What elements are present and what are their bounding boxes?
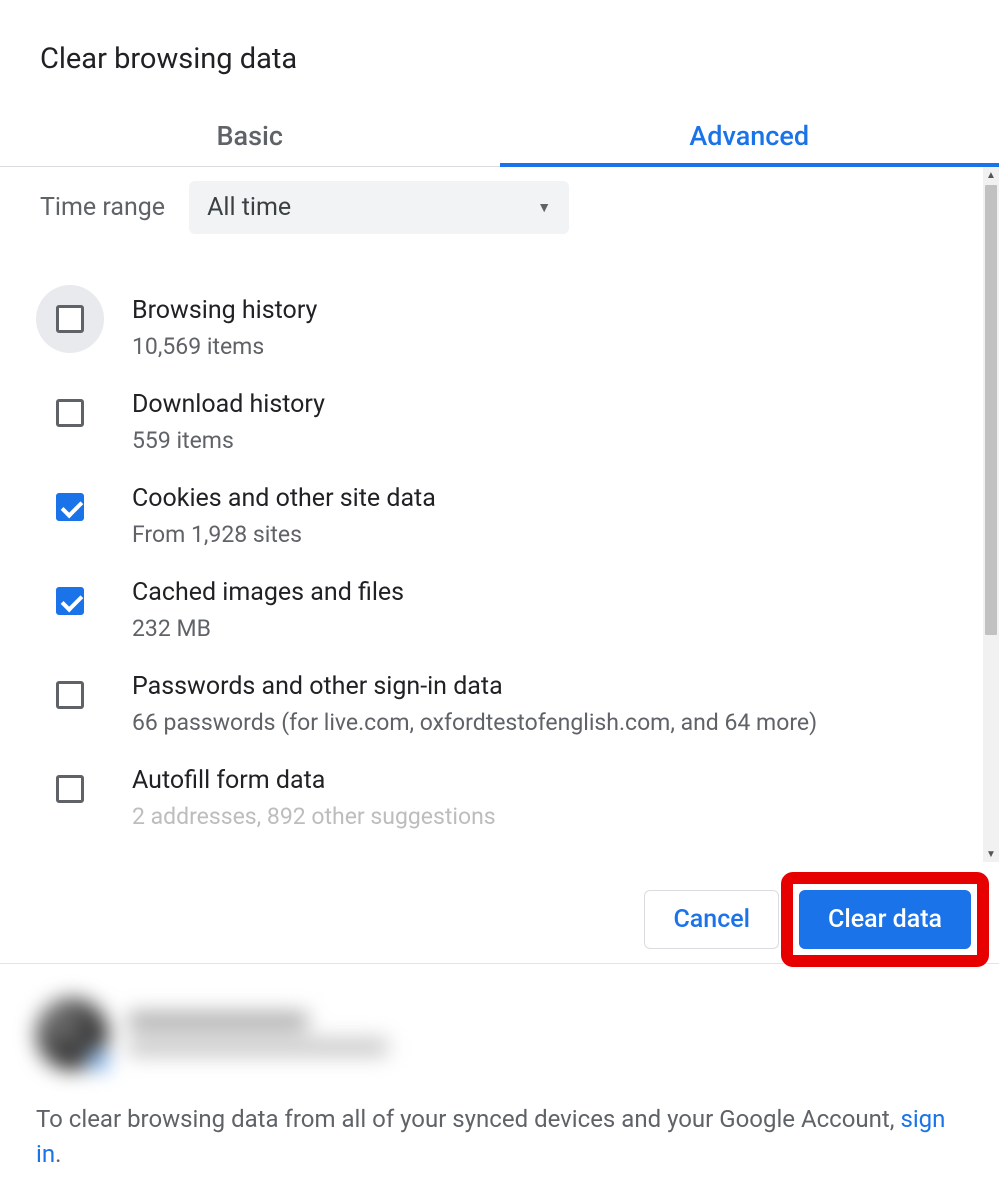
- item-subtitle: 66 passwords (for live.com, oxfordtestof…: [132, 707, 959, 738]
- footer: To clear browsing data from all of your …: [0, 963, 999, 1200]
- scroll-up-icon[interactable]: ▲: [983, 167, 999, 183]
- item-text: Autofill form data 2 addresses, 892 othe…: [132, 766, 959, 832]
- item-title: Cookies and other site data: [132, 484, 959, 513]
- data-type-list: Browsing history 10,569 items Download h…: [40, 282, 959, 846]
- item-subtitle: From 1,928 sites: [132, 519, 959, 550]
- item-title: Passwords and other sign-in data: [132, 672, 959, 701]
- list-item: Browsing history 10,569 items: [40, 282, 959, 376]
- time-range-value: All time: [207, 193, 291, 222]
- checkbox-wrap: [40, 484, 100, 530]
- cancel-button[interactable]: Cancel: [644, 890, 779, 949]
- scrollbar[interactable]: ▲ ▼: [983, 167, 999, 862]
- list-item: Cookies and other site data From 1,928 s…: [40, 470, 959, 564]
- button-row: Cancel Clear data: [0, 862, 999, 963]
- time-range-select[interactable]: All time ▼: [189, 181, 569, 234]
- list-item: Cached images and files 232 MB: [40, 564, 959, 658]
- item-title: Download history: [132, 390, 959, 419]
- tab-basic[interactable]: Basic: [0, 104, 500, 166]
- checkbox-browsing-history[interactable]: [56, 305, 84, 333]
- dialog-title: Clear browsing data: [0, 0, 999, 76]
- checkbox-wrap: [40, 578, 100, 624]
- scroll-down-icon[interactable]: ▼: [983, 846, 999, 862]
- content-area: Time range All time ▼ Browsing history 1…: [0, 167, 999, 862]
- footer-text-before: To clear browsing data from all of your …: [36, 1105, 900, 1133]
- list-item: Passwords and other sign-in data 66 pass…: [40, 658, 959, 752]
- clear-browsing-data-dialog: Clear browsing data Basic Advanced Time …: [0, 0, 999, 1200]
- account-info-redacted: [36, 984, 963, 1084]
- item-title: Autofill form data: [132, 766, 959, 795]
- tabs: Basic Advanced: [0, 104, 999, 167]
- footer-text: To clear browsing data from all of your …: [36, 1102, 963, 1172]
- avatar-badge-icon: [86, 1048, 112, 1074]
- checkbox-cookies[interactable]: [56, 493, 84, 521]
- item-subtitle: 559 items: [132, 425, 959, 456]
- item-text: Browsing history 10,569 items: [132, 296, 959, 362]
- time-range-row: Time range All time ▼: [40, 167, 959, 242]
- list-item: Download history 559 items: [40, 376, 959, 470]
- item-text: Cookies and other site data From 1,928 s…: [132, 484, 959, 550]
- dropdown-icon: ▼: [537, 199, 551, 216]
- item-title: Browsing history: [132, 296, 959, 325]
- tab-advanced[interactable]: Advanced: [500, 104, 999, 166]
- footer-text-after: .: [55, 1140, 61, 1168]
- item-text: Cached images and files 232 MB: [132, 578, 959, 644]
- checkbox-wrap: [40, 766, 100, 812]
- checkbox-passwords[interactable]: [56, 681, 84, 709]
- item-subtitle: 10,569 items: [132, 331, 959, 362]
- item-text: Download history 559 items: [132, 390, 959, 456]
- checkbox-autofill[interactable]: [56, 775, 84, 803]
- time-range-label: Time range: [40, 193, 165, 222]
- checkbox-wrap: [40, 390, 100, 436]
- scroll-thumb[interactable]: [985, 185, 997, 635]
- item-subtitle: 2 addresses, 892 other suggestions: [132, 801, 959, 832]
- list-item: Autofill form data 2 addresses, 892 othe…: [40, 752, 959, 846]
- checkbox-download-history[interactable]: [56, 399, 84, 427]
- item-text: Passwords and other sign-in data 66 pass…: [132, 672, 959, 738]
- avatar: [36, 998, 108, 1070]
- item-title: Cached images and files: [132, 578, 959, 607]
- checkbox-wrap: [40, 296, 100, 342]
- checkbox-cached-images[interactable]: [56, 587, 84, 615]
- clear-data-button[interactable]: Clear data: [799, 890, 971, 949]
- item-subtitle: 232 MB: [132, 613, 959, 644]
- checkbox-wrap: [40, 672, 100, 718]
- scroll-content: Time range All time ▼ Browsing history 1…: [0, 167, 983, 862]
